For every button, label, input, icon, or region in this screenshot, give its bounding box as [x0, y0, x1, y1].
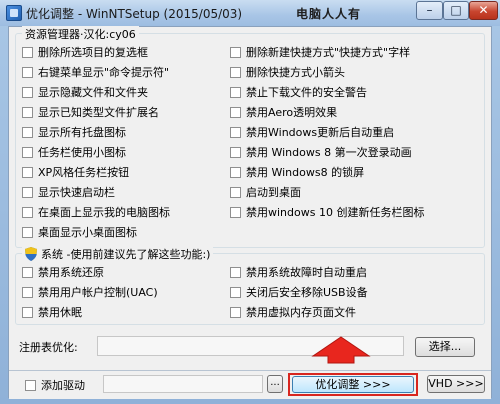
- explorer-right-option[interactable]: 删除快捷方式小箭头: [230, 64, 345, 80]
- checkbox[interactable]: [22, 126, 33, 138]
- explorer-left-option[interactable]: XP风格任务栏按钮: [22, 164, 129, 180]
- checkbox[interactable]: [22, 86, 33, 98]
- explorer-left-option[interactable]: 在桌面上显示我的电脑图标: [22, 204, 170, 220]
- system-left-option[interactable]: 禁用系统还原: [22, 264, 104, 280]
- watermark-text: 电脑人人有: [296, 7, 362, 21]
- checkbox[interactable]: [230, 166, 241, 178]
- registry-label: 注册表优化:: [19, 341, 78, 354]
- checkbox[interactable]: [230, 286, 241, 298]
- checkbox[interactable]: [22, 46, 33, 58]
- system-group: 系统 -使用前建议先了解这些功能:) 禁用系统还原 禁用用户帐户控制(UAC) …: [15, 246, 485, 325]
- explorer-left-option[interactable]: 显示隐藏文件和文件夹: [22, 84, 148, 100]
- explorer-group: 资源管理器·汉化:cy06 删除所选项目的复选框 右键菜单显示"命令提示符" 显…: [15, 26, 485, 248]
- checkbox[interactable]: [22, 266, 33, 278]
- checkbox[interactable]: [22, 146, 33, 158]
- window-title: 优化调整 - WinNTSetup (2015/05/03): [26, 7, 243, 21]
- maximize-button[interactable]: □: [443, 1, 469, 20]
- checkbox[interactable]: [22, 226, 33, 238]
- add-driver-option[interactable]: 添加驱动: [25, 377, 85, 393]
- explorer-left-option[interactable]: 右键菜单显示"命令提示符": [22, 64, 169, 80]
- checkbox[interactable]: [22, 306, 33, 318]
- explorer-right-option[interactable]: 禁用windows 10 创建新任务栏图标: [230, 204, 424, 220]
- explorer-right-option[interactable]: 禁用 Windows 8 第一次登录动画: [230, 144, 412, 160]
- close-button[interactable]: ✕: [469, 1, 498, 20]
- explorer-right-option[interactable]: 禁止下载文件的安全警告: [230, 84, 367, 100]
- system-left-option[interactable]: 禁用休眠: [22, 304, 82, 320]
- checkbox[interactable]: [22, 286, 33, 298]
- checkbox[interactable]: [230, 206, 241, 218]
- checkbox[interactable]: [22, 106, 33, 118]
- checkbox[interactable]: [22, 66, 33, 78]
- explorer-right-option[interactable]: 启动到桌面: [230, 184, 301, 200]
- client-area: 资源管理器·汉化:cy06 删除所选项目的复选框 右键菜单显示"命令提示符" 显…: [8, 26, 492, 399]
- explorer-left-option[interactable]: 桌面显示小桌面图标: [22, 224, 137, 240]
- checkbox[interactable]: [22, 186, 33, 198]
- checkbox[interactable]: [230, 46, 241, 58]
- system-group-title: 系统 -使用前建议先了解这些功能:): [22, 246, 214, 262]
- checkbox[interactable]: [230, 126, 241, 138]
- system-right-option[interactable]: 关闭后安全移除USB设备: [230, 284, 368, 300]
- checkbox[interactable]: [230, 106, 241, 118]
- explorer-left-option[interactable]: 显示快速启动栏: [22, 184, 115, 200]
- bottom-bar: 添加驱动 ... 优化调整 >>> VHD >>>: [9, 370, 491, 399]
- checkbox[interactable]: [230, 186, 241, 198]
- registry-browse-button[interactable]: 选择...: [415, 337, 475, 357]
- explorer-right-option[interactable]: 禁用 Windows8 的锁屏: [230, 164, 364, 180]
- driver-browse-button[interactable]: ...: [267, 375, 283, 393]
- checkbox[interactable]: [230, 266, 241, 278]
- system-right-option[interactable]: 禁用系统故障时自动重启: [230, 264, 367, 280]
- explorer-left-option[interactable]: 显示所有托盘图标: [22, 124, 126, 140]
- minimize-button[interactable]: –: [416, 1, 443, 20]
- explorer-left-option[interactable]: 显示已知类型文件扩展名: [22, 104, 159, 120]
- checkbox[interactable]: [230, 146, 241, 158]
- checkbox[interactable]: [230, 306, 241, 318]
- app-icon: [6, 5, 22, 21]
- checkbox[interactable]: [22, 206, 33, 218]
- window-frame: 优化调整 - WinNTSetup (2015/05/03) 电脑人人有 – □…: [0, 0, 500, 404]
- optimize-button[interactable]: 优化调整 >>>: [292, 376, 414, 393]
- driver-path-field[interactable]: [103, 375, 263, 393]
- checkbox[interactable]: [25, 379, 36, 391]
- checkbox[interactable]: [230, 86, 241, 98]
- explorer-right-option[interactable]: 禁用Windows更新后自动重启: [230, 124, 394, 140]
- system-right-option[interactable]: 禁用虚拟内存页面文件: [230, 304, 356, 320]
- checkbox[interactable]: [230, 66, 241, 78]
- explorer-left-option[interactable]: 删除所选项目的复选框: [22, 44, 148, 60]
- vhd-button[interactable]: VHD >>>: [427, 375, 485, 393]
- explorer-left-option[interactable]: 任务栏使用小图标: [22, 144, 126, 160]
- system-left-option[interactable]: 禁用用户帐户控制(UAC): [22, 284, 158, 300]
- shield-icon: [25, 247, 37, 261]
- explorer-right-option[interactable]: 删除新建快捷方式"快捷方式"字样: [230, 44, 410, 60]
- red-up-arrow-icon: [311, 336, 371, 364]
- checkbox[interactable]: [22, 166, 33, 178]
- explorer-group-title: 资源管理器·汉化:cy06: [22, 26, 139, 42]
- title-bar[interactable]: 优化调整 - WinNTSetup (2015/05/03) 电脑人人有 – □…: [0, 0, 500, 26]
- explorer-right-option[interactable]: 禁用Aero透明效果: [230, 104, 337, 120]
